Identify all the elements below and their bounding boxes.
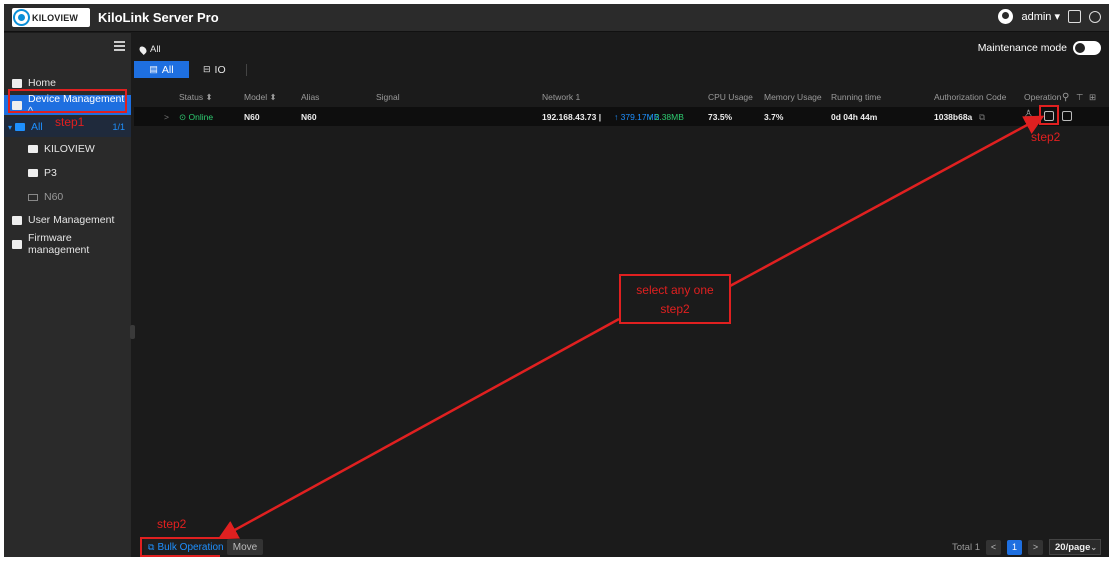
breadcrumb: All [138,44,161,55]
callout-line2: step2 [660,302,690,316]
maintenance-label: Maintenance mode [977,42,1067,54]
location-pin-icon [138,44,148,55]
app-window: KILOVIEW KiloLink Server Pro admin ▾ Hom… [4,4,1109,557]
move-button[interactable]: Move [227,539,263,555]
next-page-button[interactable]: > [1028,539,1043,555]
cell-auth-code: 1038b68a [934,112,973,122]
folder-icon [28,145,38,153]
kiloview-logo: KILOVIEW [12,8,90,27]
info-icon[interactable] [1089,10,1101,23]
logo-text: KILOVIEW [32,12,79,23]
col-signal: Signal [376,92,400,102]
list-icon: ▤ [149,64,158,74]
col-network: Network 1 [542,92,581,102]
sidebar-item-user-management[interactable]: User Management [4,210,131,230]
table-row[interactable]: > ⊙ Online N60 N60 192.168.43.73 | ↑ 379… [134,107,1109,126]
tab-label: IO [214,63,226,76]
col-running-time: Running time [831,92,882,102]
sidebar-item-label: KILOVIEW [44,143,95,155]
tab-label: All [161,63,174,76]
select-any-one-callout: select any one step2 [619,274,731,324]
caret-down-icon: ▾ [8,122,13,132]
sidebar-item-firmware-management[interactable]: Firmware management [4,232,131,256]
page-size-value: 20/page [1055,541,1091,553]
copy-icon[interactable]: ⧉ [979,112,985,123]
pagination: Total 1 < 1 > 20/page ⌄ [952,539,1101,555]
tab-io[interactable]: ⊟ IO [189,61,240,78]
user-area: admin ▾ [998,9,1101,24]
step1-label: step1 [55,115,85,129]
sidebar-item-n60[interactable]: N60 [4,187,131,207]
user-avatar-icon[interactable] [998,9,1014,24]
step2-operation-label: step2 [1031,130,1061,144]
prev-page-button[interactable]: < [986,539,1001,555]
page-size-select[interactable]: 20/page ⌄ [1049,539,1101,555]
arrow-to-operation [729,115,1045,288]
status-online: ⊙ Online [179,112,214,122]
search-icon[interactable]: ⚲ [1062,92,1069,103]
cell-alias: N60 [301,112,317,122]
sidebar-item-kiloview[interactable]: KILOVIEW [4,139,131,159]
step2-operation-highlight [1039,105,1059,125]
collapse-menu-icon[interactable] [114,41,125,51]
sidebar-item-label: P3 [44,167,57,179]
col-alias: Alias [301,92,320,102]
tab-all[interactable]: ▤ All [134,61,189,78]
device-icon: ⊟ [203,64,211,74]
col-operation: Operation [1024,92,1062,102]
col-auth-code: Authorization Code [934,92,1007,102]
bulk-operation-icon: ⧉ [148,541,155,552]
users-icon [12,215,22,225]
maintenance-mode: Maintenance mode [978,41,1101,55]
sidebar-item-label: All [31,121,43,133]
user-menu[interactable]: admin ▾ [1021,10,1060,23]
user-assign-icon[interactable]: ♙ [1024,109,1034,120]
chevron-down-icon: ⌄ [1090,542,1098,552]
folder-icon [15,123,26,131]
cell-network-ip: 192.168.43.73 | [542,112,602,122]
footer: ⧉ Bulk Operation Move Total 1 < 1 > 20/p… [134,536,1109,557]
col-memory: Memory Usage [764,92,822,102]
col-status[interactable]: Status ⬍ [179,92,213,103]
bulk-operation-button[interactable]: ⧉ Bulk Operation [144,539,228,555]
breadcrumb-label: All [150,44,161,55]
cell-network-down: ↓ 2.38MB [648,112,684,122]
sidebar-item-label: Home [28,77,57,89]
maintenance-toggle[interactable] [1073,41,1101,55]
sidebar-item-label: Firmware management [28,232,90,256]
arrow-to-bulk-operation [217,317,620,540]
logo-icon [15,11,28,24]
home-icon [12,78,22,88]
callout-line1: select any one [636,283,714,297]
col-cpu: CPU Usage [708,92,753,102]
bulk-operation-label: Bulk Operation [157,541,224,553]
cloud-upload-icon [12,239,22,249]
total-count: Total 1 [952,541,980,553]
sidebar-resize-handle[interactable] [130,325,135,339]
cell-model: N60 [244,112,260,122]
sidebar-item-label: N60 [44,191,64,203]
export-icon[interactable]: ⊞ [1089,92,1096,103]
device-icon [28,193,38,201]
sidebar-item-p3[interactable]: P3 [4,163,131,183]
col-model[interactable]: Model ⬍ [244,92,277,103]
expand-row-icon[interactable]: > [164,112,169,122]
step2-bulk-label: step2 [157,517,187,531]
app-title: KiloLink Server Pro [98,10,219,25]
table-header: Status ⬍ Model ⬍ Alias Signal Network 1 … [134,86,1109,106]
cell-cpu: 73.5% [708,112,733,122]
folder-icon [28,169,38,177]
device-count: 1/1 [112,122,125,132]
cell-running-time: 0d 04h 44m [831,112,878,122]
tab-divider [245,64,247,76]
page-1-button[interactable]: 1 [1007,539,1022,555]
cell-memory: 3.7% [764,112,784,122]
details-icon[interactable] [1062,111,1072,121]
column-settings-icon[interactable]: ⊤ [1076,92,1083,103]
step1-highlight [8,89,127,113]
tab-bar: ▤ All ⊟ IO [134,61,247,78]
sidebar-item-label: User Management [28,214,115,226]
top-bar: KILOVIEW KiloLink Server Pro admin ▾ [4,4,1109,32]
notification-icon[interactable] [1068,10,1081,23]
